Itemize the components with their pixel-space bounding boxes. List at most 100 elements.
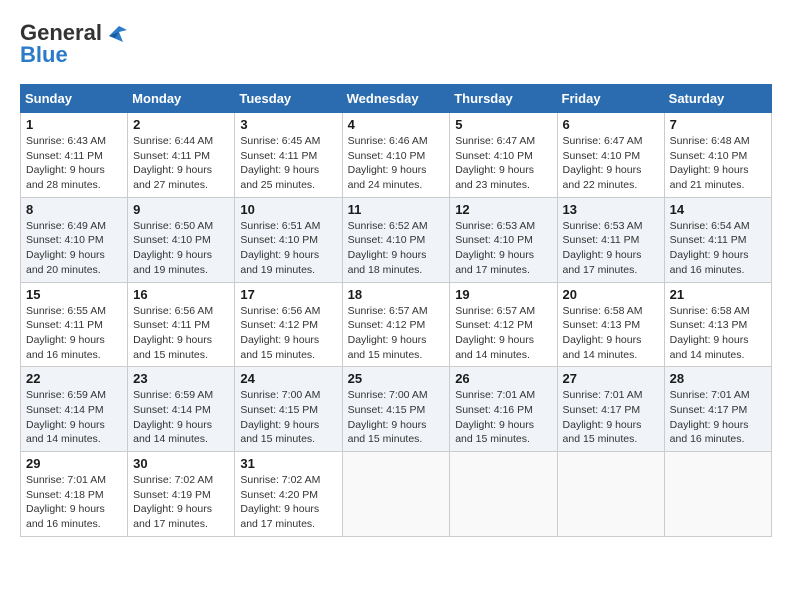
day-number: 12	[455, 202, 551, 217]
day-info: Sunrise: 6:58 AMSunset: 4:13 PMDaylight:…	[563, 305, 643, 361]
day-info: Sunrise: 6:57 AMSunset: 4:12 PMDaylight:…	[455, 305, 535, 361]
calendar-cell: 24 Sunrise: 7:00 AMSunset: 4:15 PMDaylig…	[235, 367, 342, 452]
day-info: Sunrise: 7:01 AMSunset: 4:16 PMDaylight:…	[455, 389, 535, 445]
calendar-week-2: 8 Sunrise: 6:49 AMSunset: 4:10 PMDayligh…	[21, 197, 772, 282]
calendar-cell: 3 Sunrise: 6:45 AMSunset: 4:11 PMDayligh…	[235, 113, 342, 198]
column-header-thursday: Thursday	[450, 85, 557, 113]
calendar-cell: 22 Sunrise: 6:59 AMSunset: 4:14 PMDaylig…	[21, 367, 128, 452]
day-info: Sunrise: 6:52 AMSunset: 4:10 PMDaylight:…	[348, 220, 428, 276]
day-info: Sunrise: 6:56 AMSunset: 4:11 PMDaylight:…	[133, 305, 213, 361]
day-info: Sunrise: 7:01 AMSunset: 4:18 PMDaylight:…	[26, 474, 106, 530]
calendar-cell	[450, 452, 557, 537]
day-info: Sunrise: 6:59 AMSunset: 4:14 PMDaylight:…	[26, 389, 106, 445]
day-info: Sunrise: 6:53 AMSunset: 4:10 PMDaylight:…	[455, 220, 535, 276]
calendar-cell: 26 Sunrise: 7:01 AMSunset: 4:16 PMDaylig…	[450, 367, 557, 452]
calendar-cell: 2 Sunrise: 6:44 AMSunset: 4:11 PMDayligh…	[128, 113, 235, 198]
logo-bird-icon	[105, 24, 127, 42]
day-number: 8	[26, 202, 122, 217]
day-info: Sunrise: 6:45 AMSunset: 4:11 PMDaylight:…	[240, 135, 320, 191]
day-number: 9	[133, 202, 229, 217]
calendar-week-5: 29 Sunrise: 7:01 AMSunset: 4:18 PMDaylig…	[21, 452, 772, 537]
day-info: Sunrise: 7:00 AMSunset: 4:15 PMDaylight:…	[240, 389, 320, 445]
day-number: 22	[26, 371, 122, 386]
calendar-cell: 9 Sunrise: 6:50 AMSunset: 4:10 PMDayligh…	[128, 197, 235, 282]
calendar-cell: 16 Sunrise: 6:56 AMSunset: 4:11 PMDaylig…	[128, 282, 235, 367]
calendar-week-1: 1 Sunrise: 6:43 AMSunset: 4:11 PMDayligh…	[21, 113, 772, 198]
calendar-cell: 31 Sunrise: 7:02 AMSunset: 4:20 PMDaylig…	[235, 452, 342, 537]
day-number: 2	[133, 117, 229, 132]
day-info: Sunrise: 6:51 AMSunset: 4:10 PMDaylight:…	[240, 220, 320, 276]
day-number: 18	[348, 287, 445, 302]
logo-blue: Blue	[20, 42, 68, 68]
day-number: 1	[26, 117, 122, 132]
calendar-cell: 21 Sunrise: 6:58 AMSunset: 4:13 PMDaylig…	[664, 282, 771, 367]
day-number: 6	[563, 117, 659, 132]
calendar-cell: 27 Sunrise: 7:01 AMSunset: 4:17 PMDaylig…	[557, 367, 664, 452]
calendar-cell: 25 Sunrise: 7:00 AMSunset: 4:15 PMDaylig…	[342, 367, 450, 452]
day-number: 29	[26, 456, 122, 471]
column-header-wednesday: Wednesday	[342, 85, 450, 113]
day-info: Sunrise: 7:01 AMSunset: 4:17 PMDaylight:…	[563, 389, 643, 445]
day-number: 25	[348, 371, 445, 386]
column-header-saturday: Saturday	[664, 85, 771, 113]
calendar-cell: 20 Sunrise: 6:58 AMSunset: 4:13 PMDaylig…	[557, 282, 664, 367]
day-info: Sunrise: 6:47 AMSunset: 4:10 PMDaylight:…	[455, 135, 535, 191]
day-number: 28	[670, 371, 766, 386]
day-number: 13	[563, 202, 659, 217]
calendar-table: SundayMondayTuesdayWednesdayThursdayFrid…	[20, 84, 772, 537]
day-number: 11	[348, 202, 445, 217]
day-info: Sunrise: 6:57 AMSunset: 4:12 PMDaylight:…	[348, 305, 428, 361]
calendar-cell	[557, 452, 664, 537]
calendar-cell: 13 Sunrise: 6:53 AMSunset: 4:11 PMDaylig…	[557, 197, 664, 282]
day-info: Sunrise: 6:55 AMSunset: 4:11 PMDaylight:…	[26, 305, 106, 361]
calendar-cell	[342, 452, 450, 537]
day-number: 21	[670, 287, 766, 302]
page-header: General Blue	[20, 20, 772, 68]
calendar-cell: 28 Sunrise: 7:01 AMSunset: 4:17 PMDaylig…	[664, 367, 771, 452]
day-info: Sunrise: 7:02 AMSunset: 4:20 PMDaylight:…	[240, 474, 320, 530]
calendar-cell: 8 Sunrise: 6:49 AMSunset: 4:10 PMDayligh…	[21, 197, 128, 282]
calendar-cell: 15 Sunrise: 6:55 AMSunset: 4:11 PMDaylig…	[21, 282, 128, 367]
calendar-week-3: 15 Sunrise: 6:55 AMSunset: 4:11 PMDaylig…	[21, 282, 772, 367]
calendar-cell: 17 Sunrise: 6:56 AMSunset: 4:12 PMDaylig…	[235, 282, 342, 367]
day-info: Sunrise: 6:50 AMSunset: 4:10 PMDaylight:…	[133, 220, 213, 276]
calendar-cell: 30 Sunrise: 7:02 AMSunset: 4:19 PMDaylig…	[128, 452, 235, 537]
day-number: 5	[455, 117, 551, 132]
calendar-cell	[664, 452, 771, 537]
day-number: 17	[240, 287, 336, 302]
calendar-cell: 12 Sunrise: 6:53 AMSunset: 4:10 PMDaylig…	[450, 197, 557, 282]
column-header-monday: Monday	[128, 85, 235, 113]
day-number: 26	[455, 371, 551, 386]
day-number: 15	[26, 287, 122, 302]
day-number: 7	[670, 117, 766, 132]
day-info: Sunrise: 6:58 AMSunset: 4:13 PMDaylight:…	[670, 305, 750, 361]
calendar-body: 1 Sunrise: 6:43 AMSunset: 4:11 PMDayligh…	[21, 113, 772, 537]
day-number: 10	[240, 202, 336, 217]
day-number: 31	[240, 456, 336, 471]
day-info: Sunrise: 7:02 AMSunset: 4:19 PMDaylight:…	[133, 474, 213, 530]
calendar-cell: 7 Sunrise: 6:48 AMSunset: 4:10 PMDayligh…	[664, 113, 771, 198]
calendar-cell: 23 Sunrise: 6:59 AMSunset: 4:14 PMDaylig…	[128, 367, 235, 452]
calendar-cell: 5 Sunrise: 6:47 AMSunset: 4:10 PMDayligh…	[450, 113, 557, 198]
logo: General Blue	[20, 20, 127, 68]
calendar-cell: 18 Sunrise: 6:57 AMSunset: 4:12 PMDaylig…	[342, 282, 450, 367]
column-header-tuesday: Tuesday	[235, 85, 342, 113]
day-info: Sunrise: 6:53 AMSunset: 4:11 PMDaylight:…	[563, 220, 643, 276]
day-info: Sunrise: 7:00 AMSunset: 4:15 PMDaylight:…	[348, 389, 428, 445]
calendar-cell: 1 Sunrise: 6:43 AMSunset: 4:11 PMDayligh…	[21, 113, 128, 198]
day-info: Sunrise: 7:01 AMSunset: 4:17 PMDaylight:…	[670, 389, 750, 445]
calendar-cell: 29 Sunrise: 7:01 AMSunset: 4:18 PMDaylig…	[21, 452, 128, 537]
day-number: 4	[348, 117, 445, 132]
calendar-cell: 4 Sunrise: 6:46 AMSunset: 4:10 PMDayligh…	[342, 113, 450, 198]
day-info: Sunrise: 6:56 AMSunset: 4:12 PMDaylight:…	[240, 305, 320, 361]
calendar-cell: 14 Sunrise: 6:54 AMSunset: 4:11 PMDaylig…	[664, 197, 771, 282]
day-number: 14	[670, 202, 766, 217]
day-info: Sunrise: 6:49 AMSunset: 4:10 PMDaylight:…	[26, 220, 106, 276]
day-number: 30	[133, 456, 229, 471]
calendar-cell: 10 Sunrise: 6:51 AMSunset: 4:10 PMDaylig…	[235, 197, 342, 282]
day-number: 20	[563, 287, 659, 302]
day-number: 19	[455, 287, 551, 302]
day-number: 3	[240, 117, 336, 132]
column-header-sunday: Sunday	[21, 85, 128, 113]
day-info: Sunrise: 6:43 AMSunset: 4:11 PMDaylight:…	[26, 135, 106, 191]
